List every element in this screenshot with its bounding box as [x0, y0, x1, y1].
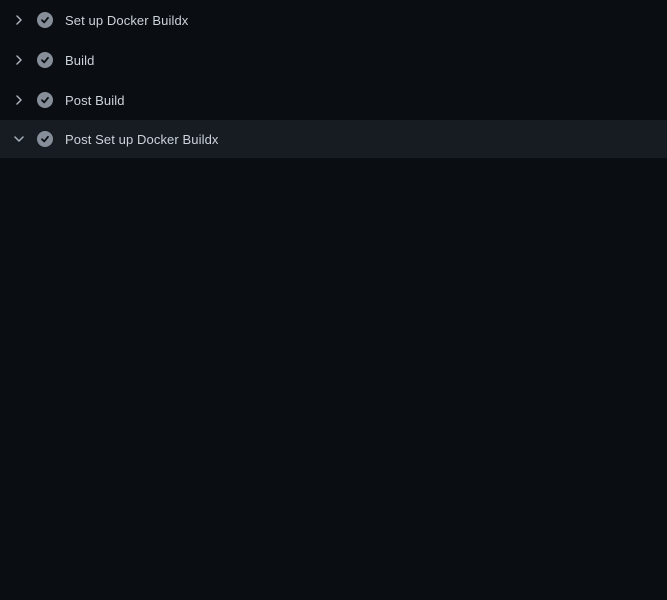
step-row-set-up-docker-buildx[interactable]: Set up Docker Buildx	[0, 0, 667, 40]
chevron-right-icon	[13, 94, 25, 106]
log-viewer: 1 ▼ Post job cleanup. 2 ▼ BuildKit conta…	[0, 158, 667, 600]
log-line: 18 ▼ time="2021-04-23T18:02:38Z" level=d…	[0, 529, 667, 549]
check-circle-icon	[37, 92, 53, 108]
log-line: 10 ▼ time="2021-04-23T18:02:37Z" level=i…	[0, 369, 667, 389]
step-label: Build	[65, 53, 94, 68]
log-line: 3 ▼ /usr/bin/docker logs buildx_buildkit…	[0, 209, 667, 229]
log-line: 6 ▼ time="2021-04-23T18:02:37Z" level=in…	[0, 269, 667, 289]
log-line: 5 ▼ time="2021-04-23T18:02:37Z" level=wa…	[0, 249, 667, 269]
log-line: 2 ▼ BuildKit container logs	[0, 189, 667, 209]
log-line: ▼ linux/riscv64 linux/ppc64le linux/s390…	[0, 289, 667, 309]
chevron-right-icon	[13, 54, 25, 66]
check-circle-icon	[37, 52, 53, 68]
chevron-down-icon	[13, 133, 25, 145]
steps-list: Set up Docker Buildx Build Post Build Po…	[0, 0, 667, 158]
log-line: 19 ▼ time="2021-04-23T18:02:38Z" level=d…	[0, 549, 667, 569]
log-line: 8 ▼ time="2021-04-23T18:02:37Z" level=in…	[0, 329, 667, 349]
log-line: 13 ▼ time="2021-04-23T18:02:38Z" level=d…	[0, 429, 667, 449]
log-line: 11 ▼ time="2021-04-23T18:02:38Z" level=d…	[0, 389, 667, 409]
step-label: Post Build	[65, 93, 125, 108]
step-label: Set up Docker Buildx	[65, 13, 188, 28]
check-circle-icon	[37, 12, 53, 28]
log-line: 1 ▼ Post job cleanup.	[0, 169, 667, 189]
chevron-right-icon	[13, 14, 25, 26]
step-row-build[interactable]: Build	[0, 40, 667, 80]
step-label: Post Set up Docker Buildx	[65, 132, 219, 147]
log-line: 20 ▼ time="2021-04-23T18:02:38Z" level=d…	[0, 589, 667, 600]
check-circle-icon	[37, 131, 53, 147]
log-line: 4 ▼ time="2021-04-23T18:02:37Z" level=in…	[0, 229, 667, 249]
step-row-post-set-up-docker-buildx[interactable]: Post Set up Docker Buildx	[0, 120, 667, 158]
log-line: 7 ▼ time="2021-04-23T18:02:37Z" level=wa…	[0, 309, 667, 329]
log-line: 9 ▼ time="2021-04-23T18:02:37Z" level=wa…	[0, 349, 667, 369]
log-line: 16 ▼ time="2021-04-23T18:02:38Z" level=d…	[0, 489, 667, 509]
log-line: 17 ▼ time="2021-04-23T18:02:38Z" level=d…	[0, 509, 667, 529]
log-line: 14 ▼ time="2021-04-23T18:02:38Z" level=d…	[0, 449, 667, 469]
log-line: 15 ▼ time="2021-04-23T18:02:38Z" level=d…	[0, 469, 667, 489]
log-line: ▼ application/vnd.oci.image.index.v1+jso…	[0, 569, 667, 589]
step-row-post-build[interactable]: Post Build	[0, 80, 667, 120]
log-line: 12 ▼ time="2021-04-23T18:02:38Z" level=d…	[0, 409, 667, 429]
